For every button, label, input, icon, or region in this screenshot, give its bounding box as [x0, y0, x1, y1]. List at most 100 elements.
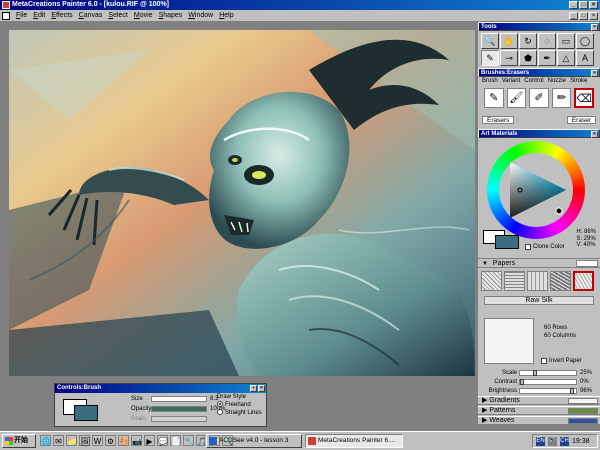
minimize-button[interactable]: _	[569, 1, 578, 9]
close-button[interactable]: ×	[589, 1, 598, 9]
tab-variant[interactable]: Variant	[500, 77, 523, 86]
window-title-bar[interactable]: MetaCreations Painter 6.0 - [kulou.RIF @…	[0, 0, 600, 10]
brightness-slider[interactable]	[519, 388, 577, 394]
tab-brush[interactable]: Brush	[480, 77, 500, 86]
tools-close-button[interactable]: ×	[591, 24, 598, 31]
tab-control[interactable]: Control	[522, 77, 545, 86]
start-button[interactable]: 开始	[2, 434, 36, 448]
quick-launch-icon-2[interactable]: ✉	[53, 435, 64, 446]
maximize-button[interactable]: □	[579, 1, 588, 9]
freehand-radio[interactable]	[217, 401, 223, 408]
expand-triangle-icon[interactable]: ▶	[482, 407, 487, 414]
text-tool-icon[interactable]: A	[576, 50, 594, 66]
invert-paper-checkbox[interactable]	[541, 358, 547, 364]
paintbrush-icon[interactable]: 🖌	[506, 88, 527, 108]
brightness-slider-knob[interactable]	[569, 388, 574, 394]
task-painter[interactable]: MetaCreations Painter 6....	[305, 434, 403, 448]
controls-brush-title[interactable]: Controls:Brush ▪ ×	[55, 384, 266, 393]
document-icon[interactable]	[2, 11, 10, 20]
menu-select[interactable]: Select	[105, 10, 130, 22]
grabber-hand-icon[interactable]: ✋	[500, 33, 518, 49]
paper-texture-2[interactable]	[504, 271, 525, 291]
eyedropper-icon[interactable]: ⊸	[500, 50, 518, 66]
oval-select-icon[interactable]: ◯	[576, 33, 594, 49]
brush-tool-icon[interactable]: ✎	[481, 50, 499, 66]
gradients-section[interactable]: ▶ Gradients	[478, 396, 600, 405]
menu-help[interactable]: Help	[216, 10, 236, 22]
clone-color-checkbox[interactable]	[525, 244, 531, 250]
freehand-option[interactable]: Freehand	[217, 401, 262, 409]
secondary-color-swatch[interactable]	[495, 235, 519, 249]
weaves-section[interactable]: ▶ Weaves	[478, 416, 600, 425]
menu-edit[interactable]: Edit	[30, 10, 48, 22]
quick-launch-icon-9[interactable]: ▶	[144, 435, 155, 446]
brushes-palette-title[interactable]: Brushes:Erasers ×	[478, 68, 600, 77]
menu-file[interactable]: File	[13, 10, 30, 22]
quick-launch-icon-10[interactable]: 💬	[157, 435, 168, 446]
doc-minimize-button[interactable]: _	[569, 12, 578, 20]
quick-launch-icon-12[interactable]: 🔧	[183, 435, 194, 446]
doc-restore-button[interactable]: □	[579, 12, 588, 20]
clone-color-option[interactable]: Clone Color	[525, 244, 565, 250]
quick-launch-icon-8[interactable]: 📷	[131, 435, 142, 446]
expand-triangle-icon[interactable]: ▶	[482, 397, 487, 404]
brush-variant-field[interactable]: Eraser	[566, 116, 596, 124]
quick-launch-icon-3[interactable]: 📁	[66, 435, 77, 446]
tab-nozzle[interactable]: Nozzle	[546, 77, 568, 86]
menu-movie[interactable]: Movie	[131, 10, 156, 22]
language-icon[interactable]: CH	[560, 436, 569, 446]
shape-tool-icon[interactable]: △	[557, 50, 575, 66]
scale-slider-knob[interactable]	[533, 370, 537, 376]
controls-pin-button[interactable]: ▪	[250, 385, 257, 392]
paper-texture-4[interactable]	[550, 271, 571, 291]
lasso-icon[interactable]: ◌	[538, 33, 556, 49]
menu-shapes[interactable]: Shapes	[156, 10, 186, 22]
collapse-triangle-icon[interactable]: ▼	[482, 261, 488, 267]
eraser-brush-icon[interactable]: ⌫	[574, 88, 595, 108]
task-acdsee[interactable]: ACDSee v4.0 - lesson 3	[206, 434, 302, 448]
size-slider[interactable]	[151, 396, 207, 402]
contrast-slider-knob[interactable]	[520, 379, 524, 385]
quick-launch-icon-6[interactable]: ⚙	[105, 435, 116, 446]
quick-launch-icon-7[interactable]: 🎨	[118, 435, 129, 446]
crayon-brush-icon[interactable]: ✏	[551, 88, 572, 108]
paint-bucket-icon[interactable]: ⬟	[519, 50, 537, 66]
art-materials-title[interactable]: Art Materials ×	[478, 129, 600, 138]
patterns-section[interactable]: ▶ Patterns	[478, 406, 600, 415]
controls-secondary-swatch[interactable]	[74, 405, 98, 421]
menu-effects[interactable]: Effects	[48, 10, 75, 22]
paper-texture-raw-silk[interactable]	[573, 271, 594, 291]
magnifier-icon[interactable]: 🔍	[481, 33, 499, 49]
art-materials-close-button[interactable]: ×	[591, 131, 598, 138]
papers-section-header[interactable]: ▼ Papers	[478, 258, 600, 268]
menu-canvas[interactable]: Canvas	[76, 10, 106, 22]
menu-window[interactable]: Window	[185, 10, 216, 22]
quick-launch-icon-1[interactable]: 🌐	[40, 435, 51, 446]
straight-lines-option[interactable]: Straight Lines	[217, 409, 262, 417]
paper-texture-3[interactable]	[527, 271, 548, 291]
expand-triangle-icon[interactable]: ▶	[482, 417, 487, 424]
quick-launch-icon-11[interactable]: 📄	[170, 435, 181, 446]
quick-launch-icon-5[interactable]: W	[92, 435, 103, 446]
contrast-slider[interactable]	[519, 379, 577, 385]
doc-close-button[interactable]: ×	[589, 12, 598, 20]
volume-icon[interactable]: 🔊	[548, 436, 557, 446]
invert-paper-option[interactable]: Invert Paper	[541, 358, 582, 364]
straight-lines-radio[interactable]	[217, 409, 223, 416]
brush-category-field[interactable]: Erasers	[482, 116, 515, 124]
controls-close-button[interactable]: ×	[258, 385, 265, 392]
scale-slider[interactable]	[519, 370, 577, 376]
selected-paper-name[interactable]: Raw Silk	[484, 296, 594, 305]
opacity-slider[interactable]	[151, 406, 207, 412]
rect-select-icon[interactable]: ▭	[557, 33, 575, 49]
paper-texture-1[interactable]	[481, 271, 502, 291]
painting-canvas[interactable]	[9, 30, 475, 376]
rotate-page-icon[interactable]: ↻	[519, 33, 537, 49]
input-method-icon[interactable]: EN	[536, 436, 545, 446]
tab-stroke[interactable]: Stroke	[568, 77, 589, 86]
pastel-brush-icon[interactable]: ✐	[529, 88, 549, 108]
pencil-brush-icon[interactable]: ✎	[484, 88, 504, 108]
pen-tool-icon[interactable]: ✒	[538, 50, 556, 66]
saturation-value-triangle[interactable]	[508, 160, 568, 220]
brushes-close-button[interactable]: ×	[591, 70, 598, 77]
